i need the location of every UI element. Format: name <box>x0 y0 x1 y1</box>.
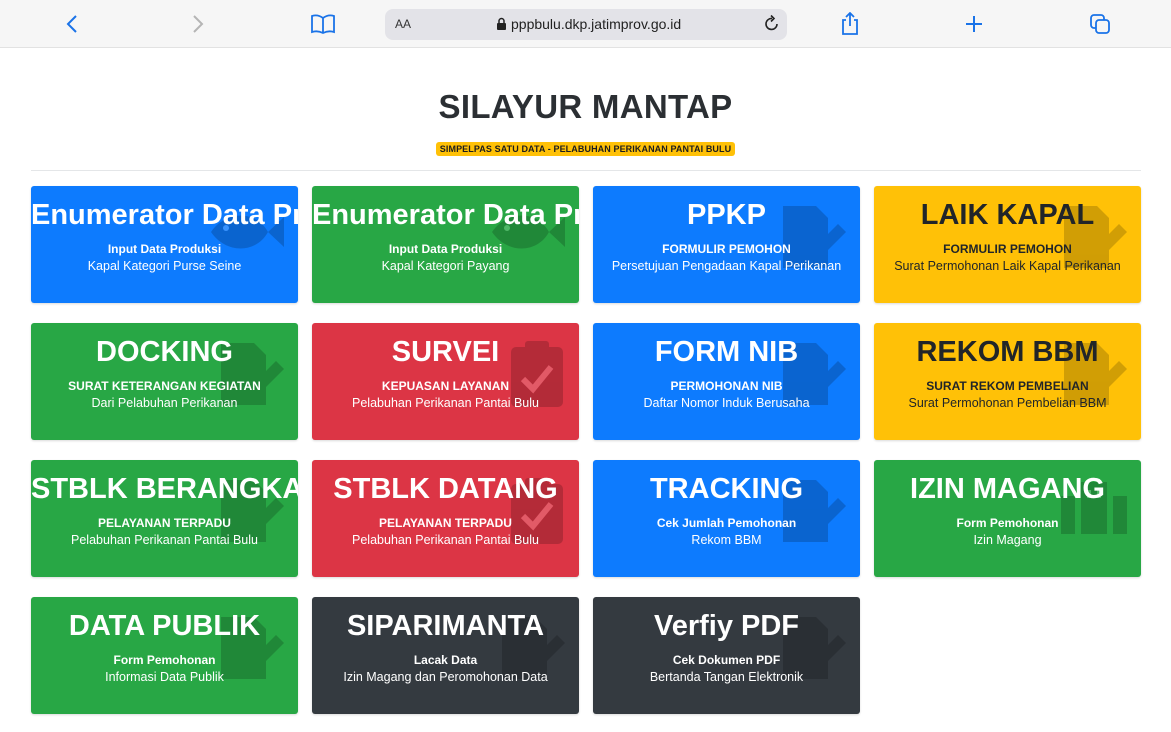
share-icon[interactable] <box>839 9 861 39</box>
menu-card-enumerator-data-produksi[interactable]: Enumerator Data Produksi Input Data Prod… <box>312 186 579 303</box>
card-label: FORMULIR PEMOHON <box>943 242 1072 256</box>
card-description: Surat Permohonan Pembelian BBM <box>908 396 1107 410</box>
menu-card-tracking[interactable]: TRACKING Cek Jumlah Pemohonan Rekom BBM <box>593 460 860 577</box>
card-label: SURAT REKOM PEMBELIAN <box>926 379 1089 393</box>
card-label: Input Data Produksi <box>107 242 222 256</box>
card-title: STBLK BERANGKAT <box>31 473 298 505</box>
card-description: Pelabuhan Perikanan Pantai Bulu <box>71 533 258 547</box>
card-title: DOCKING <box>96 336 233 368</box>
card-label: Lacak Data <box>413 653 478 667</box>
card-description: Bertanda Tangan Elektronik <box>649 670 804 684</box>
card-label: Cek Jumlah Pemohonan <box>656 516 797 530</box>
forward-icon[interactable] <box>188 9 208 39</box>
card-title: Verfiy PDF <box>653 610 800 642</box>
card-label: PELAYANAN TERPADU <box>379 516 512 530</box>
card-label: Cek Dokumen PDF <box>672 653 781 667</box>
card-label: FORMULIR PEMOHON <box>662 242 791 256</box>
page-title: SILAYUR MANTAP <box>438 88 733 125</box>
card-title: SURVEI <box>391 336 500 368</box>
card-description: Kapal Kategori Payang <box>381 259 510 273</box>
card-title: LAIK KAPAL <box>920 199 1095 231</box>
back-icon[interactable] <box>62 9 82 39</box>
card-label: Input Data Produksi <box>388 242 503 256</box>
menu-card-data-publik[interactable]: DATA PUBLIK Form Pemohonan Informasi Dat… <box>31 597 298 714</box>
card-title: STBLK DATANG <box>333 473 558 505</box>
card-description: Rekom BBM <box>691 533 762 547</box>
card-title: Enumerator Data Produksi <box>312 199 579 231</box>
menu-card-siparimanta[interactable]: SIPARIMANTA Lacak Data Izin Magang dan P… <box>312 597 579 714</box>
bookmarks-icon[interactable] <box>309 9 337 39</box>
card-label: SURAT KETERANGAN KEGIATAN <box>68 379 261 393</box>
menu-card-verfiy-pdf[interactable]: Verfiy PDF Cek Dokumen PDF Bertanda Tang… <box>593 597 860 714</box>
card-label: Form Pemohonan <box>956 516 1059 530</box>
card-description: Pelabuhan Perikanan Pantai Bulu <box>352 396 539 410</box>
lock-icon <box>496 17 507 36</box>
menu-card-izin-magang[interactable]: IZIN MAGANG Form Pemohonan Izin Magang <box>874 460 1141 577</box>
card-description: Informasi Data Publik <box>105 670 224 684</box>
card-title: IZIN MAGANG <box>910 473 1105 505</box>
text-size-button[interactable]: AA <box>395 17 411 31</box>
card-description: Surat Permohonan Laik Kapal Perikanan <box>894 259 1121 273</box>
card-title: DATA PUBLIK <box>68 610 261 642</box>
menu-card-survei[interactable]: SURVEI KEPUASAN LAYANAN Pelabuhan Perika… <box>312 323 579 440</box>
menu-card-enumerator-data-produksi[interactable]: Enumerator Data Produksi Input Data Prod… <box>31 186 298 303</box>
menu-card-ppkp[interactable]: PPKP FORMULIR PEMOHON Persetujuan Pengad… <box>593 186 860 303</box>
card-title: TRACKING <box>649 473 804 505</box>
address-bar[interactable]: AA pppbulu.dkp.jatimprov.go.id <box>385 9 787 40</box>
menu-card-stblk-datang[interactable]: STBLK DATANG PELAYANAN TERPADU Pelabuhan… <box>312 460 579 577</box>
card-description: Izin Magang <box>973 533 1042 547</box>
browser-toolbar: AA pppbulu.dkp.jatimprov.go.id <box>0 0 1171 48</box>
menu-card-rekom-bbm[interactable]: REKOM BBM SURAT REKOM PEMBELIAN Surat Pe… <box>874 323 1141 440</box>
card-description: Kapal Kategori Purse Seine <box>87 259 242 273</box>
card-label: PELAYANAN TERPADU <box>98 516 231 530</box>
menu-card-docking[interactable]: DOCKING SURAT KETERANGAN KEGIATAN Dari P… <box>31 323 298 440</box>
card-description: Dari Pelabuhan Perikanan <box>91 396 238 410</box>
tabs-icon[interactable] <box>1088 9 1112 39</box>
menu-card-form-nib[interactable]: FORM NIB PERMOHONAN NIB Daftar Nomor Ind… <box>593 323 860 440</box>
card-title: FORM NIB <box>654 336 799 368</box>
card-description: Persetujuan Pengadaan Kapal Perikanan <box>611 259 842 273</box>
card-title: Enumerator Data Produksi <box>31 199 298 231</box>
card-description: Izin Magang dan Peromohonan Data <box>343 670 548 684</box>
card-description: Pelabuhan Perikanan Pantai Bulu <box>352 533 539 547</box>
menu-card-stblk-berangkat[interactable]: STBLK BERANGKAT PELAYANAN TERPADU Pelabu… <box>31 460 298 577</box>
card-title: SIPARIMANTA <box>346 610 545 642</box>
card-label: Form Pemohonan <box>113 653 216 667</box>
reload-icon[interactable] <box>763 14 781 39</box>
subtitle-badge: SIMPELPAS SATU DATA - PELABUHAN PERIKANA… <box>435 142 736 156</box>
card-label: PERMOHONAN NIB <box>670 379 783 393</box>
menu-card-laik-kapal[interactable]: LAIK KAPAL FORMULIR PEMOHON Surat Permoh… <box>874 186 1141 303</box>
card-title: PPKP <box>687 199 766 231</box>
url-text: pppbulu.dkp.jatimprov.go.id <box>511 16 682 32</box>
card-label: KEPUASAN LAYANAN <box>381 379 510 393</box>
card-title: REKOM BBM <box>916 336 1099 368</box>
card-description: Daftar Nomor Induk Berusaha <box>643 396 810 410</box>
divider <box>31 170 1141 171</box>
new-tab-icon[interactable] <box>963 9 985 39</box>
